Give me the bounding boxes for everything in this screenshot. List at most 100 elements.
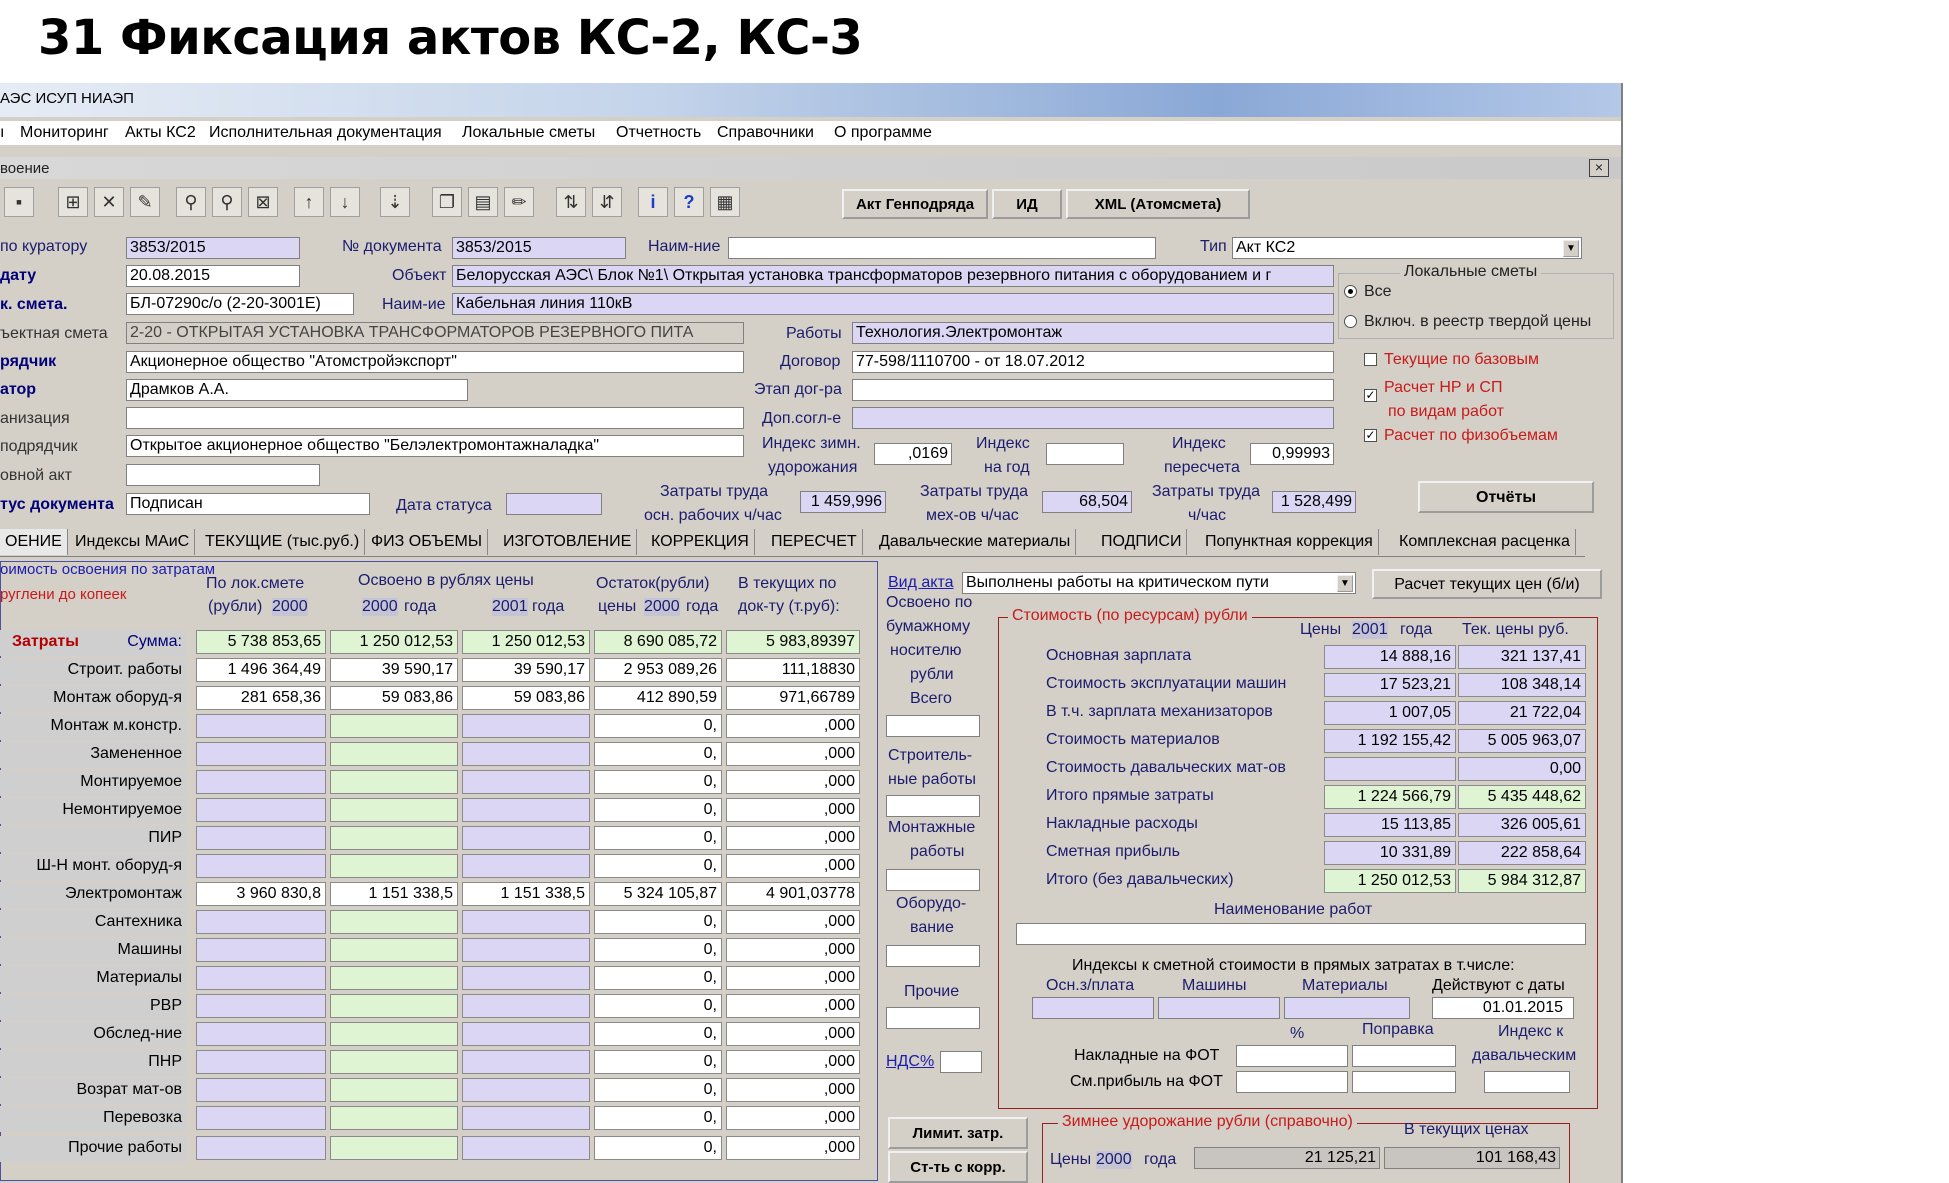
cost-cell[interactable]: 1 496 364,49 (196, 658, 326, 682)
tab-osvoenie[interactable]: ОЕНИЕ (0, 529, 68, 555)
cost-cell[interactable]: 0, (594, 1136, 722, 1160)
recalc-current-button[interactable]: Расчет текущих цен (б/и) (1372, 569, 1602, 599)
tab-manufacture[interactable]: ИЗГОТОВЛЕНИЕ (498, 529, 638, 555)
gp-act-button[interactable]: Акт Генподряда (842, 189, 988, 219)
idx-recalc-field[interactable]: 0,99993 (1250, 443, 1334, 465)
menu-item-about[interactable]: О программе (834, 124, 932, 142)
cost-cell[interactable]: 971,66789 (726, 686, 860, 710)
nds-field[interactable] (940, 1051, 982, 1073)
menu-item-hidden[interactable]: ı (0, 124, 4, 142)
resource-cell-current[interactable]: 0,00 (1458, 757, 1586, 781)
cost-cell[interactable] (196, 910, 326, 934)
cost-cell[interactable]: 0, (594, 770, 722, 794)
delete-record-icon[interactable]: ✕ (94, 187, 124, 217)
arrow-up-icon[interactable]: ↑ (294, 187, 324, 217)
cost-cell[interactable] (462, 742, 590, 766)
cost-cell[interactable] (330, 994, 458, 1018)
docnum-field[interactable]: 3853/2015 (452, 237, 626, 259)
chevron-down-icon[interactable]: ▼ (1337, 575, 1353, 592)
menu-item-reports[interactable]: Отчетность (616, 124, 701, 142)
winter-cur-value[interactable]: 101 168,43 (1384, 1147, 1560, 1169)
contract-field[interactable]: 77-598/1110700 - от 18.07.2012 (852, 351, 1334, 373)
paste-icon[interactable]: ▤ (468, 187, 498, 217)
cost-cell[interactable]: 0, (594, 1022, 722, 1046)
cost-cell[interactable] (196, 714, 326, 738)
menu-item-acts[interactable]: Акты КС2 (125, 124, 196, 142)
idx-year-field[interactable] (1046, 443, 1124, 465)
menu-item-exec-docs[interactable]: Исполнительная документация (209, 124, 442, 142)
resource-cell-base[interactable]: 1 007,05 (1324, 701, 1456, 725)
cost-cell[interactable]: 111,18830 (726, 658, 860, 682)
save-icon[interactable]: ▪ (4, 187, 34, 217)
menu-item-local-estimates[interactable]: Локальные сметы (462, 124, 595, 142)
obj-estimate-field[interactable]: 2-20 - ОТКРЫТАЯ УСТАНОВКА ТРАНСФОРМАТОРО… (126, 322, 744, 344)
cost-cell[interactable]: ,000 (726, 1078, 860, 1102)
help-icon[interactable]: ? (674, 187, 704, 217)
contractor-field[interactable]: Акционерное общество "Атомстройэкспорт" (126, 351, 744, 373)
curator2-field[interactable]: Драмков А.А. (126, 379, 468, 401)
winter-value[interactable]: 21 125,21 (1194, 1147, 1380, 1169)
cost-cell[interactable] (330, 854, 458, 878)
cost-cell[interactable]: ,000 (726, 798, 860, 822)
cost-cell[interactable]: 0, (594, 994, 722, 1018)
cost-cell[interactable]: ,000 (726, 1136, 860, 1160)
cost-cell[interactable]: 0, (594, 854, 722, 878)
resource-cell-current[interactable]: 21 722,04 (1458, 701, 1586, 725)
cost-cell[interactable]: 39 590,17 (462, 658, 590, 682)
cost-cell[interactable]: 281 658,36 (196, 686, 326, 710)
id-button[interactable]: ИД (992, 189, 1062, 219)
idx-since-field[interactable]: 01.01.2015 (1432, 997, 1574, 1019)
cost-cell[interactable]: 0, (594, 826, 722, 850)
filter-clear-icon[interactable]: ⊠ (248, 187, 278, 217)
status-date-field[interactable] (506, 493, 602, 515)
cost-cell[interactable]: ,000 (726, 1022, 860, 1046)
cost-cell[interactable]: 0, (594, 798, 722, 822)
type-select[interactable]: Акт КС2 ▼ (1232, 237, 1582, 259)
local-estimate-field[interactable]: БЛ-07290с/о (2-20-3001Е) (126, 293, 354, 315)
close-icon[interactable]: × (1589, 159, 1609, 177)
smpr-pct-field[interactable] (1236, 1071, 1348, 1093)
resource-cell-current[interactable]: 326 005,61 (1458, 813, 1586, 837)
cost-cell[interactable] (196, 994, 326, 1018)
xml-button[interactable]: XML (Атомсмета) (1066, 189, 1250, 219)
correction-cost-button[interactable]: Ст-ть с корр. (888, 1151, 1028, 1183)
cost-cell[interactable] (196, 826, 326, 850)
cost-cell[interactable] (330, 1136, 458, 1160)
resource-cell-current[interactable]: 5 984 312,87 (1458, 869, 1586, 893)
cost-cell[interactable]: 59 083,86 (462, 686, 590, 710)
cost-cell[interactable] (196, 938, 326, 962)
cost-cell[interactable]: 0, (594, 742, 722, 766)
cost-cell[interactable]: 0, (594, 714, 722, 738)
cost-cell[interactable]: 59 083,86 (330, 686, 458, 710)
filter-apply-icon[interactable]: ⚲ (212, 187, 242, 217)
cost-cell[interactable]: 39 590,17 (330, 658, 458, 682)
menu-item-references[interactable]: Справочники (717, 124, 814, 142)
resource-cell-base[interactable]: 1 250 012,53 (1324, 869, 1456, 893)
resource-cell-current[interactable]: 222 858,64 (1458, 841, 1586, 865)
paper-total-field[interactable] (886, 715, 980, 737)
cost-cell[interactable]: ,000 (726, 826, 860, 850)
tab-current[interactable]: ТЕКУЩИЕ (тыс.руб.) (200, 529, 366, 555)
act-kind-label[interactable]: Вид акта (888, 574, 954, 592)
cost-cell[interactable] (196, 854, 326, 878)
cost-cell[interactable] (462, 966, 590, 990)
cost-cell[interactable]: ,000 (726, 1050, 860, 1074)
cost-cell[interactable] (330, 1078, 458, 1102)
tab-recalc[interactable]: ПЕРЕСЧЕТ (766, 529, 863, 555)
works-field[interactable]: Технология.Электромонтаж (852, 322, 1334, 344)
object-field[interactable]: Белорусская АЭС\ Блок №1\ Открытая устан… (452, 265, 1334, 287)
labor-mech-field[interactable]: 68,504 (1042, 491, 1132, 513)
cost-cell[interactable]: ,000 (726, 714, 860, 738)
cost-cell[interactable]: 0, (594, 1050, 722, 1074)
curator-field[interactable]: 3853/2015 (126, 237, 300, 259)
radio-all[interactable] (1344, 285, 1357, 298)
cost-cell[interactable]: ,000 (726, 910, 860, 934)
basic-act-field[interactable] (126, 464, 320, 486)
cost-cell[interactable] (196, 1136, 326, 1160)
cost-cell[interactable] (196, 770, 326, 794)
cost-cell[interactable] (330, 910, 458, 934)
cost-cell[interactable] (462, 1136, 590, 1160)
cost-cell[interactable] (196, 1050, 326, 1074)
current-base-checkbox[interactable] (1364, 353, 1377, 366)
cost-cell[interactable] (330, 770, 458, 794)
